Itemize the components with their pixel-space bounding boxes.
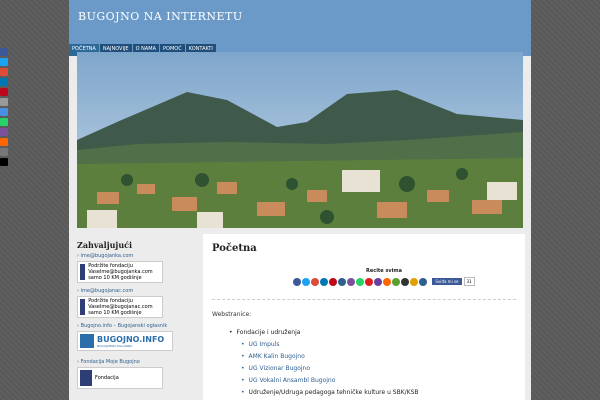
foundation-icon xyxy=(80,370,92,386)
share-icon[interactable] xyxy=(320,277,329,286)
share-icon[interactable] xyxy=(347,277,356,286)
share-icon[interactable] xyxy=(0,88,8,96)
website-link[interactable]: UG Impuls xyxy=(241,341,516,348)
sidebar-card-fondacija[interactable]: Fondacija xyxy=(77,367,163,389)
share-icon[interactable] xyxy=(419,277,428,286)
list-group-heading: Fondacije i udruženja xyxy=(235,329,516,336)
share-icon[interactable] xyxy=(410,277,419,286)
page-title: Početna xyxy=(212,243,257,254)
share-icon[interactable] xyxy=(356,277,365,286)
share-icon[interactable] xyxy=(374,277,383,286)
share-icon[interactable] xyxy=(302,277,311,286)
share-icon[interactable] xyxy=(0,108,8,116)
share-buttons: Sviđa mi se 31 xyxy=(252,277,516,286)
share-label: Recite svima xyxy=(366,268,402,274)
share-icon[interactable] xyxy=(0,68,8,76)
site-header: BUGOJNO NA INTERNETU xyxy=(69,0,531,44)
like-count: 31 xyxy=(463,277,475,286)
sub-link-list: UG Impuls AMK Kalin Bugojno UG Vizionar Bu… xyxy=(235,341,516,396)
share-icon[interactable] xyxy=(338,277,347,286)
sidebar-link-bugojanac[interactable]: › ime@bugojanac.com xyxy=(77,288,195,294)
card-text: Fondacija xyxy=(95,375,119,381)
share-icon[interactable] xyxy=(0,78,8,86)
logo-text: BUGOJNO.INFO xyxy=(97,334,165,344)
share-icon[interactable] xyxy=(311,277,320,286)
sidebar-link-fondacija[interactable]: › Fondacija Moje Bugojno xyxy=(77,359,195,365)
share-icon[interactable] xyxy=(293,277,302,286)
share-icon[interactable] xyxy=(329,277,338,286)
divider xyxy=(212,299,516,300)
card-text: Podržite fondaciju Vaselme@bugojanka.com… xyxy=(88,263,153,281)
logo-subtitle: BUGOJANSKI OGLASNIK xyxy=(97,343,133,348)
website-link[interactable]: Udruženje/Udruga pedagoga tehničke kultu… xyxy=(241,389,516,396)
share-icon[interactable] xyxy=(383,277,392,286)
main-content: Početna Recite svima Sviđa mi se 31 Webs… xyxy=(203,234,525,400)
share-icon[interactable] xyxy=(392,277,401,286)
sidebar-card-bugojanka[interactable]: Podržite fondaciju Vaselme@bugojanka.com… xyxy=(77,261,163,283)
share-icon[interactable] xyxy=(0,118,8,126)
foundation-icon xyxy=(80,264,86,280)
card-text: Podržite fondaciju Vaselme@bugojanac.com… xyxy=(88,298,153,316)
social-share-rail xyxy=(0,48,9,168)
site-title[interactable]: BUGOJNO NA INTERNETU xyxy=(78,10,243,23)
sidebar-link-bugojanka[interactable]: › ime@bugojanka.com xyxy=(77,253,195,259)
sidebar-link-oglasnik[interactable]: › Bugojno.info – Bugojanski oglasnik xyxy=(77,323,195,329)
website-link[interactable]: AMK Kalin Bugojno xyxy=(241,353,516,360)
sidebar-card-bugojanac[interactable]: Podržite fondaciju Vaselme@bugojanac.com… xyxy=(77,296,163,318)
share-icon[interactable] xyxy=(365,277,374,286)
share-icon[interactable] xyxy=(0,48,8,56)
section-label: Webstranice: xyxy=(212,311,252,318)
websites-list: Fondacije i udruženja UG Impuls AMK Kalin… xyxy=(212,329,516,396)
share-icon[interactable] xyxy=(0,98,8,106)
share-icon[interactable] xyxy=(401,277,410,286)
sidebar: Zahvaljujući › ime@bugojanka.com Podržit… xyxy=(77,240,195,394)
share-icon[interactable] xyxy=(0,148,8,156)
facebook-like-button[interactable]: Sviđa mi se xyxy=(432,278,462,285)
page-wrapper: BUGOJNO NA INTERNETU POČETNA NAJNOVIJE O N… xyxy=(69,0,531,400)
share-icon[interactable] xyxy=(0,58,8,66)
share-icon[interactable] xyxy=(0,128,8,136)
share-icon[interactable] xyxy=(0,158,8,166)
website-link[interactable]: UG Vizionar Bugojno xyxy=(241,365,516,372)
bugojno-info-logo[interactable]: BUGOJNO.INFO BUGOJANSKI OGLASNIK xyxy=(77,331,173,351)
cube-logo-icon xyxy=(80,334,94,348)
foundation-icon xyxy=(80,299,86,315)
header-banner-image xyxy=(77,52,523,228)
share-icon[interactable] xyxy=(0,138,8,146)
sidebar-heading: Zahvaljujući xyxy=(77,240,133,250)
website-link[interactable]: UG Vokalni Ansambl Bugojno xyxy=(241,377,516,384)
